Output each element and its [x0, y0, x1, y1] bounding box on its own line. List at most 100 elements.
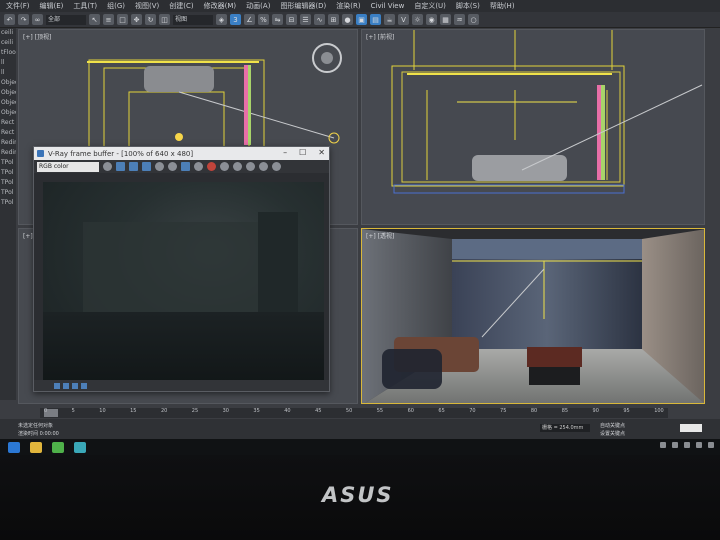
scene-item[interactable]: TPol	[0, 178, 16, 188]
file-explorer-icon[interactable]	[30, 441, 42, 453]
history-icon[interactable]	[259, 162, 268, 171]
vfb-bottom-icon[interactable]	[63, 382, 69, 389]
close-icon[interactable]: ✕	[318, 148, 325, 157]
render-setup-icon[interactable]: ▣	[356, 14, 367, 25]
auto-key-button[interactable]: 自动关键点	[600, 422, 625, 429]
scene-item[interactable]: Objec	[0, 88, 16, 98]
track-mouse-icon[interactable]	[220, 162, 229, 171]
menu-file[interactable]: 文件(F)	[6, 1, 30, 11]
menu-scripting[interactable]: 脚本(S)	[456, 1, 480, 11]
scene-item[interactable]: ceili	[0, 38, 16, 48]
rect-selection-icon[interactable]: □	[117, 14, 128, 25]
scene-item[interactable]: ceili	[0, 28, 16, 38]
edge-icon[interactable]	[8, 441, 20, 453]
vray-camera-icon[interactable]: ◉	[426, 14, 437, 25]
vray-proxy-icon[interactable]: ▦	[440, 14, 451, 25]
vray-light-icon[interactable]: ☼	[412, 14, 423, 25]
stop-render-icon[interactable]	[207, 162, 216, 171]
tray-icon[interactable]	[660, 442, 666, 448]
scene-item[interactable]: Objec	[0, 78, 16, 88]
viewport-label[interactable]: [+] [透视]	[366, 231, 394, 240]
scene-item[interactable]: Objec	[0, 108, 16, 118]
align-icon[interactable]: ⊟	[286, 14, 297, 25]
save-image-icon[interactable]	[181, 162, 190, 171]
tray-icon[interactable]	[672, 442, 678, 448]
frame-field[interactable]	[680, 424, 702, 432]
scene-item[interactable]: TPol	[0, 158, 16, 168]
channel-select[interactable]: RGB color	[37, 161, 99, 172]
menu-civil-view[interactable]: Civil View	[371, 2, 405, 10]
scene-item[interactable]: Redir	[0, 138, 16, 148]
scene-item[interactable]: Redir	[0, 148, 16, 158]
vfb-bottom-icon[interactable]	[72, 382, 78, 389]
viewport-label[interactable]: [+] [前视]	[366, 32, 394, 41]
rotate-icon[interactable]: ↻	[145, 14, 156, 25]
vray-frame-buffer-window[interactable]: V-Ray frame buffer - [100% of 640 x 480]…	[33, 146, 330, 392]
menu-help[interactable]: 帮助(H)	[490, 1, 515, 11]
schematic-icon[interactable]: ⊞	[328, 14, 339, 25]
rendered-frame-window-icon[interactable]: ▤	[370, 14, 381, 25]
blue-channel-icon[interactable]	[142, 162, 151, 171]
curve-editor-icon[interactable]: ∿	[314, 14, 325, 25]
vray-icon[interactable]: V	[398, 14, 409, 25]
3dsmax-icon[interactable]	[74, 441, 86, 453]
tray-icon[interactable]	[708, 442, 714, 448]
move-icon[interactable]: ✥	[131, 14, 142, 25]
link-icon[interactable]: ∞	[32, 14, 43, 25]
pivot-icon[interactable]: ◈	[216, 14, 227, 25]
tray-icon[interactable]	[684, 442, 690, 448]
menu-group[interactable]: 组(G)	[107, 1, 125, 11]
clear-image-icon[interactable]	[246, 162, 255, 171]
snaps-toggle-icon[interactable]: 3	[230, 14, 241, 25]
red-channel-icon[interactable]	[116, 162, 125, 171]
scene-item[interactable]: ll	[0, 58, 16, 68]
wechat-icon[interactable]	[52, 441, 64, 453]
set-key-button[interactable]: 设置关键点	[600, 430, 625, 437]
tray-icon[interactable]	[696, 442, 702, 448]
viewport-label[interactable]: [+] [顶视]	[23, 32, 51, 41]
angle-snap-icon[interactable]: ∠	[244, 14, 255, 25]
vray-sphere-icon[interactable]: ○	[468, 14, 479, 25]
scene-item[interactable]: Rect	[0, 128, 16, 138]
eyedropper-icon[interactable]	[103, 162, 112, 171]
minimize-icon[interactable]: –	[283, 148, 287, 157]
redo-icon[interactable]: ↷	[18, 14, 29, 25]
menu-view[interactable]: 视图(V)	[135, 1, 159, 11]
scene-item[interactable]: Objec	[0, 98, 16, 108]
maximize-icon[interactable]: ☐	[299, 148, 306, 157]
selection-filter-dropdown[interactable]: 全部	[46, 14, 86, 25]
menu-tools[interactable]: 工具(T)	[73, 1, 97, 11]
render-icon[interactable]	[272, 162, 281, 171]
front-viewport[interactable]: [+] [前视]	[361, 29, 705, 225]
scene-item[interactable]: TPol	[0, 168, 16, 178]
mirror-icon[interactable]: ⇋	[272, 14, 283, 25]
menu-customize[interactable]: 自定义(U)	[414, 1, 446, 11]
vray-fur-icon[interactable]: ♒	[454, 14, 465, 25]
vfb-title-bar[interactable]: V-Ray frame buffer - [100% of 640 x 480]…	[34, 147, 329, 160]
percent-snap-icon[interactable]: %	[258, 14, 269, 25]
scene-item[interactable]: tFloo	[0, 48, 16, 58]
vfb-bottom-icon[interactable]	[54, 382, 60, 389]
menu-graph-editors[interactable]: 图形编辑器(D)	[280, 1, 326, 11]
layer-icon[interactable]: ☰	[300, 14, 311, 25]
material-editor-icon[interactable]: ●	[342, 14, 353, 25]
scene-item[interactable]: TPol	[0, 198, 16, 208]
select-object-icon[interactable]: ↖	[89, 14, 100, 25]
menu-modifiers[interactable]: 修改器(M)	[204, 1, 237, 11]
timeline[interactable]: 0 5 10 15 20 25 30 35 40 45 50 55 60 65 …	[40, 408, 668, 418]
vfb-bottom-icon[interactable]	[81, 382, 87, 389]
render-production-icon[interactable]: ☕	[384, 14, 395, 25]
green-channel-icon[interactable]	[129, 162, 138, 171]
perspective-viewport[interactable]: [+] [透视]	[361, 228, 705, 404]
undo-icon[interactable]: ↶	[4, 14, 15, 25]
alpha-channel-icon[interactable]	[155, 162, 164, 171]
region-render-icon[interactable]	[233, 162, 242, 171]
load-image-icon[interactable]	[194, 162, 203, 171]
scene-item[interactable]: Rect	[0, 118, 16, 128]
scale-icon[interactable]: ◫	[159, 14, 170, 25]
menu-rendering[interactable]: 渲染(R)	[336, 1, 360, 11]
mono-icon[interactable]	[168, 162, 177, 171]
select-by-name-icon[interactable]: ≡	[103, 14, 114, 25]
menu-edit[interactable]: 编辑(E)	[40, 1, 64, 11]
menu-create[interactable]: 创建(C)	[169, 1, 193, 11]
